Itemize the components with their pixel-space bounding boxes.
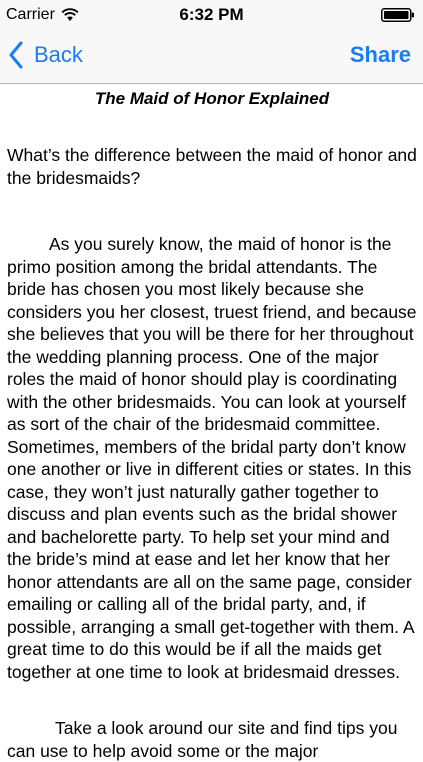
article-question: What’s the difference between the maid o… [7,145,417,188]
battery-icon [381,8,414,22]
navigation-bar: Back Share [0,30,423,84]
share-button[interactable]: Share [350,41,411,69]
chevron-left-icon [9,41,23,69]
back-button[interactable]: Back [8,41,83,69]
status-bar: Carrier 6:32 PM [0,0,423,30]
status-time: 6:32 PM [179,5,244,24]
article-title: The Maid of Honor Explained [94,89,330,108]
back-label: Back [34,42,83,67]
article-paragraph-2: Take a look around our site and find tip… [7,718,398,761]
article-content: The Maid of Honor Explained What’s the d… [7,88,417,762]
article-paragraph-1: As you surely know, the maid of honor is… [7,234,417,682]
